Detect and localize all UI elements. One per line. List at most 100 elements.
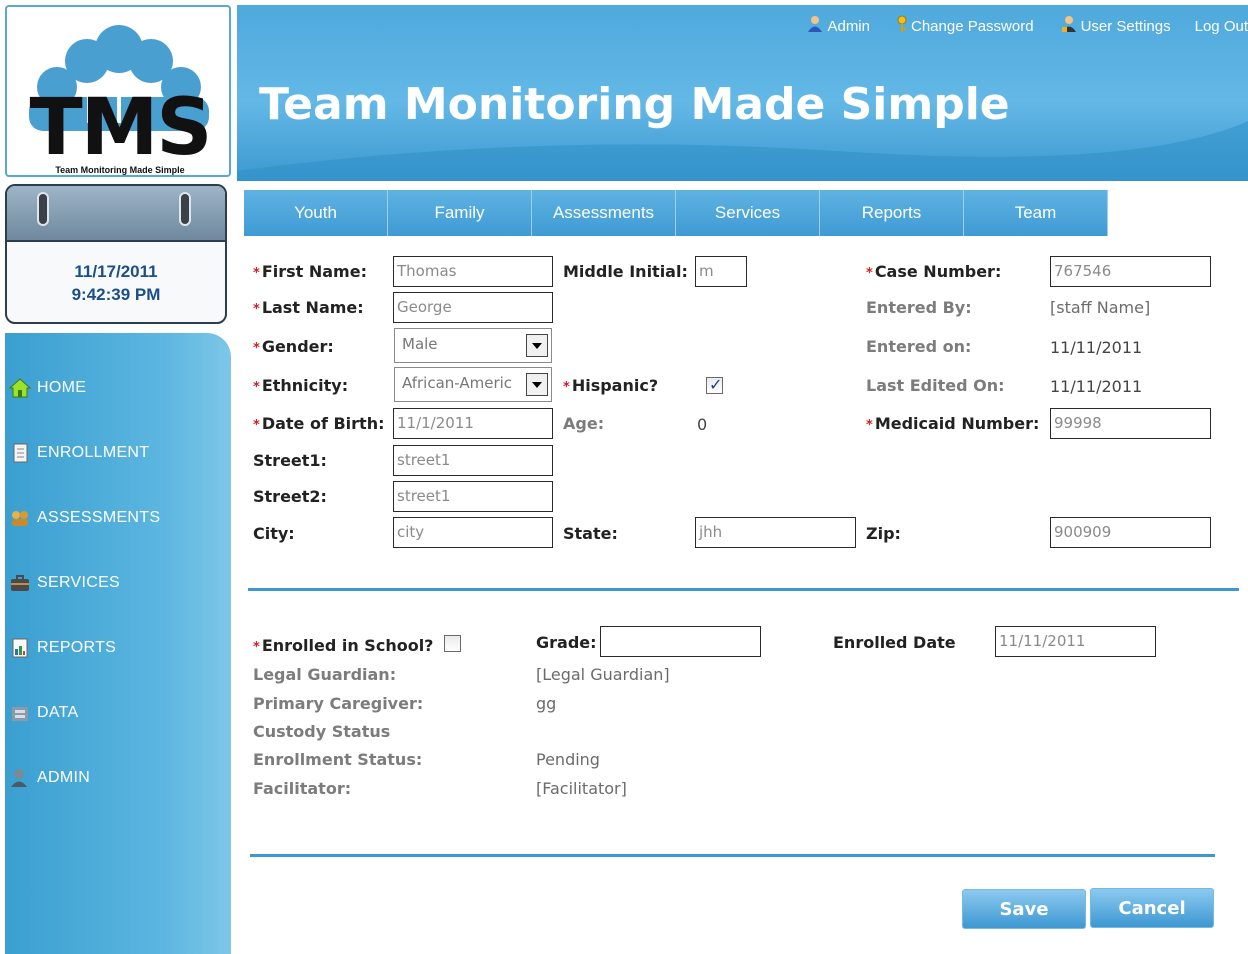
section-divider: [248, 588, 1239, 591]
sidebar-item-label: ADMIN: [37, 769, 91, 786]
key-icon: [896, 15, 908, 37]
clock-widget: 11/17/2011 9:42:39 PM: [5, 184, 227, 324]
sidebar-item-data[interactable]: DATA: [5, 696, 231, 730]
section-divider: [250, 854, 1215, 857]
tab-team[interactable]: Team: [964, 190, 1108, 236]
required-mark: *: [866, 418, 873, 433]
last-name-field[interactable]: George: [393, 292, 553, 323]
facilitator-value: [Facilitator]: [536, 779, 627, 798]
label-text: First Name:: [261, 262, 367, 281]
sidebar-item-label: REPORTS: [37, 639, 117, 656]
assessment-icon: [9, 508, 31, 528]
sidebar-item-admin[interactable]: ADMIN: [5, 761, 231, 795]
cancel-button[interactable]: Cancel: [1090, 888, 1214, 928]
entered-by-label: Entered By:: [866, 298, 972, 317]
change-password-link[interactable]: Change Password: [896, 15, 1034, 37]
header-banner: Admin Change Password User Settings Log …: [237, 5, 1248, 181]
sidebar-item-home[interactable]: HOME: [5, 371, 231, 405]
required-mark: *: [253, 418, 260, 433]
grade-field[interactable]: [600, 626, 761, 657]
label-text: Medicaid Number:: [874, 414, 1040, 433]
report-icon: [9, 638, 31, 658]
primary-caregiver-label: Primary Caregiver:: [253, 694, 424, 713]
logo-wordmark: TMS: [29, 83, 212, 173]
street2-field[interactable]: street1: [393, 481, 553, 512]
sidebar-item-assessments[interactable]: ASSESSMENTS: [5, 501, 231, 535]
sidebar-item-label: SERVICES: [37, 574, 121, 591]
label-text: Case Number:: [874, 262, 1002, 281]
page-title: Team Monitoring Made Simple: [259, 79, 1010, 130]
log-out-link[interactable]: Log Out: [1195, 15, 1248, 37]
logo-subtitle: Team Monitoring Made Simple: [55, 165, 185, 175]
sidebar-item-label: HOME: [37, 379, 87, 396]
user-settings-icon: [1060, 15, 1078, 37]
sidebar: HOME ENROLLMENT ASSESSMENTS SERVICES REP…: [5, 333, 231, 954]
change-password-label: Change Password: [911, 17, 1034, 35]
clock-time: 9:42:39 PM: [71, 285, 161, 304]
sidebar-item-label: ENROLLMENT: [37, 444, 150, 461]
medicaid-label: * Medicaid Number:: [866, 414, 1039, 433]
street1-field[interactable]: street1: [393, 445, 553, 476]
briefcase-icon: [9, 573, 31, 593]
state-label: State:: [563, 524, 618, 543]
sidebar-item-services[interactable]: SERVICES: [5, 566, 231, 600]
primary-caregiver-value: gg: [536, 694, 557, 713]
medicaid-field[interactable]: 99998: [1050, 408, 1211, 439]
dob-field[interactable]: 11/1/2011: [393, 408, 553, 439]
admin-link[interactable]: Admin: [806, 15, 870, 37]
hispanic-checkbox[interactable]: [706, 375, 723, 394]
user-icon: [9, 768, 31, 788]
user-settings-link[interactable]: User Settings: [1060, 15, 1171, 37]
enrolled-in-school-checkbox[interactable]: [444, 635, 461, 652]
required-mark: *: [253, 302, 260, 317]
tab-youth[interactable]: Youth: [244, 190, 388, 236]
age-label: Age:: [563, 414, 605, 433]
tab-services[interactable]: Services: [676, 190, 820, 236]
clock-date: 11/17/2011: [74, 262, 158, 281]
street1-label: Street1:: [253, 451, 327, 470]
save-button[interactable]: Save: [962, 889, 1086, 929]
first-name-field[interactable]: Thomas: [393, 256, 553, 287]
sidebar-item-reports[interactable]: REPORTS: [5, 631, 231, 665]
required-mark: *: [253, 380, 260, 395]
label-text: Ethnicity:: [261, 376, 349, 395]
main-tabs: Youth Family Assessments Services Report…: [244, 190, 1108, 236]
case-number-field[interactable]: 767546: [1050, 256, 1211, 287]
enrollment-status-label: Enrollment Status:: [253, 750, 423, 769]
entered-on-value: 11/11/2011: [1050, 338, 1143, 357]
entered-by-value: [staff Name]: [1050, 298, 1151, 317]
ethnicity-label: * Ethnicity:: [253, 376, 348, 395]
log-out-label: Log Out: [1194, 17, 1248, 35]
required-mark: *: [253, 266, 260, 281]
middle-initial-field[interactable]: m: [695, 256, 747, 287]
sidebar-item-label: ASSESSMENTS: [37, 509, 161, 526]
chevron-down-icon[interactable]: [526, 373, 548, 396]
custody-status-label: Custody Status: [253, 722, 391, 741]
hispanic-label: * Hispanic?: [563, 376, 658, 395]
document-icon: [9, 443, 31, 463]
tab-family[interactable]: Family: [388, 190, 532, 236]
grade-label: Grade:: [536, 633, 597, 652]
zip-label: Zip:: [866, 524, 901, 543]
legal-guardian-value: [Legal Guardian]: [536, 665, 670, 684]
calendar-ring-icon: [179, 192, 191, 226]
label-text: Hispanic?: [571, 376, 659, 395]
state-field[interactable]: jhh: [695, 517, 856, 548]
enrolled-in-school-label: * Enrolled in School?: [253, 636, 433, 655]
dob-label: * Date of Birth:: [253, 414, 385, 433]
user-settings-label: User Settings: [1080, 17, 1171, 35]
entered-on-label: Entered on:: [866, 337, 972, 356]
city-field[interactable]: city: [393, 517, 553, 548]
logo: TMS Team Monitoring Made Simple: [5, 5, 231, 177]
sidebar-item-enrollment[interactable]: ENROLLMENT: [5, 436, 231, 470]
sidebar-item-label: DATA: [37, 704, 79, 721]
zip-field[interactable]: 900909: [1050, 517, 1211, 548]
city-label: City:: [253, 524, 295, 543]
gender-label: * Gender:: [253, 337, 334, 356]
enrolled-date-field[interactable]: 11/11/2011: [995, 626, 1156, 657]
chevron-down-icon[interactable]: [526, 334, 548, 357]
tab-assessments[interactable]: Assessments: [532, 190, 676, 236]
enrolled-date-label: Enrolled Date: [833, 633, 956, 652]
required-mark: *: [253, 640, 260, 655]
tab-reports[interactable]: Reports: [820, 190, 964, 236]
